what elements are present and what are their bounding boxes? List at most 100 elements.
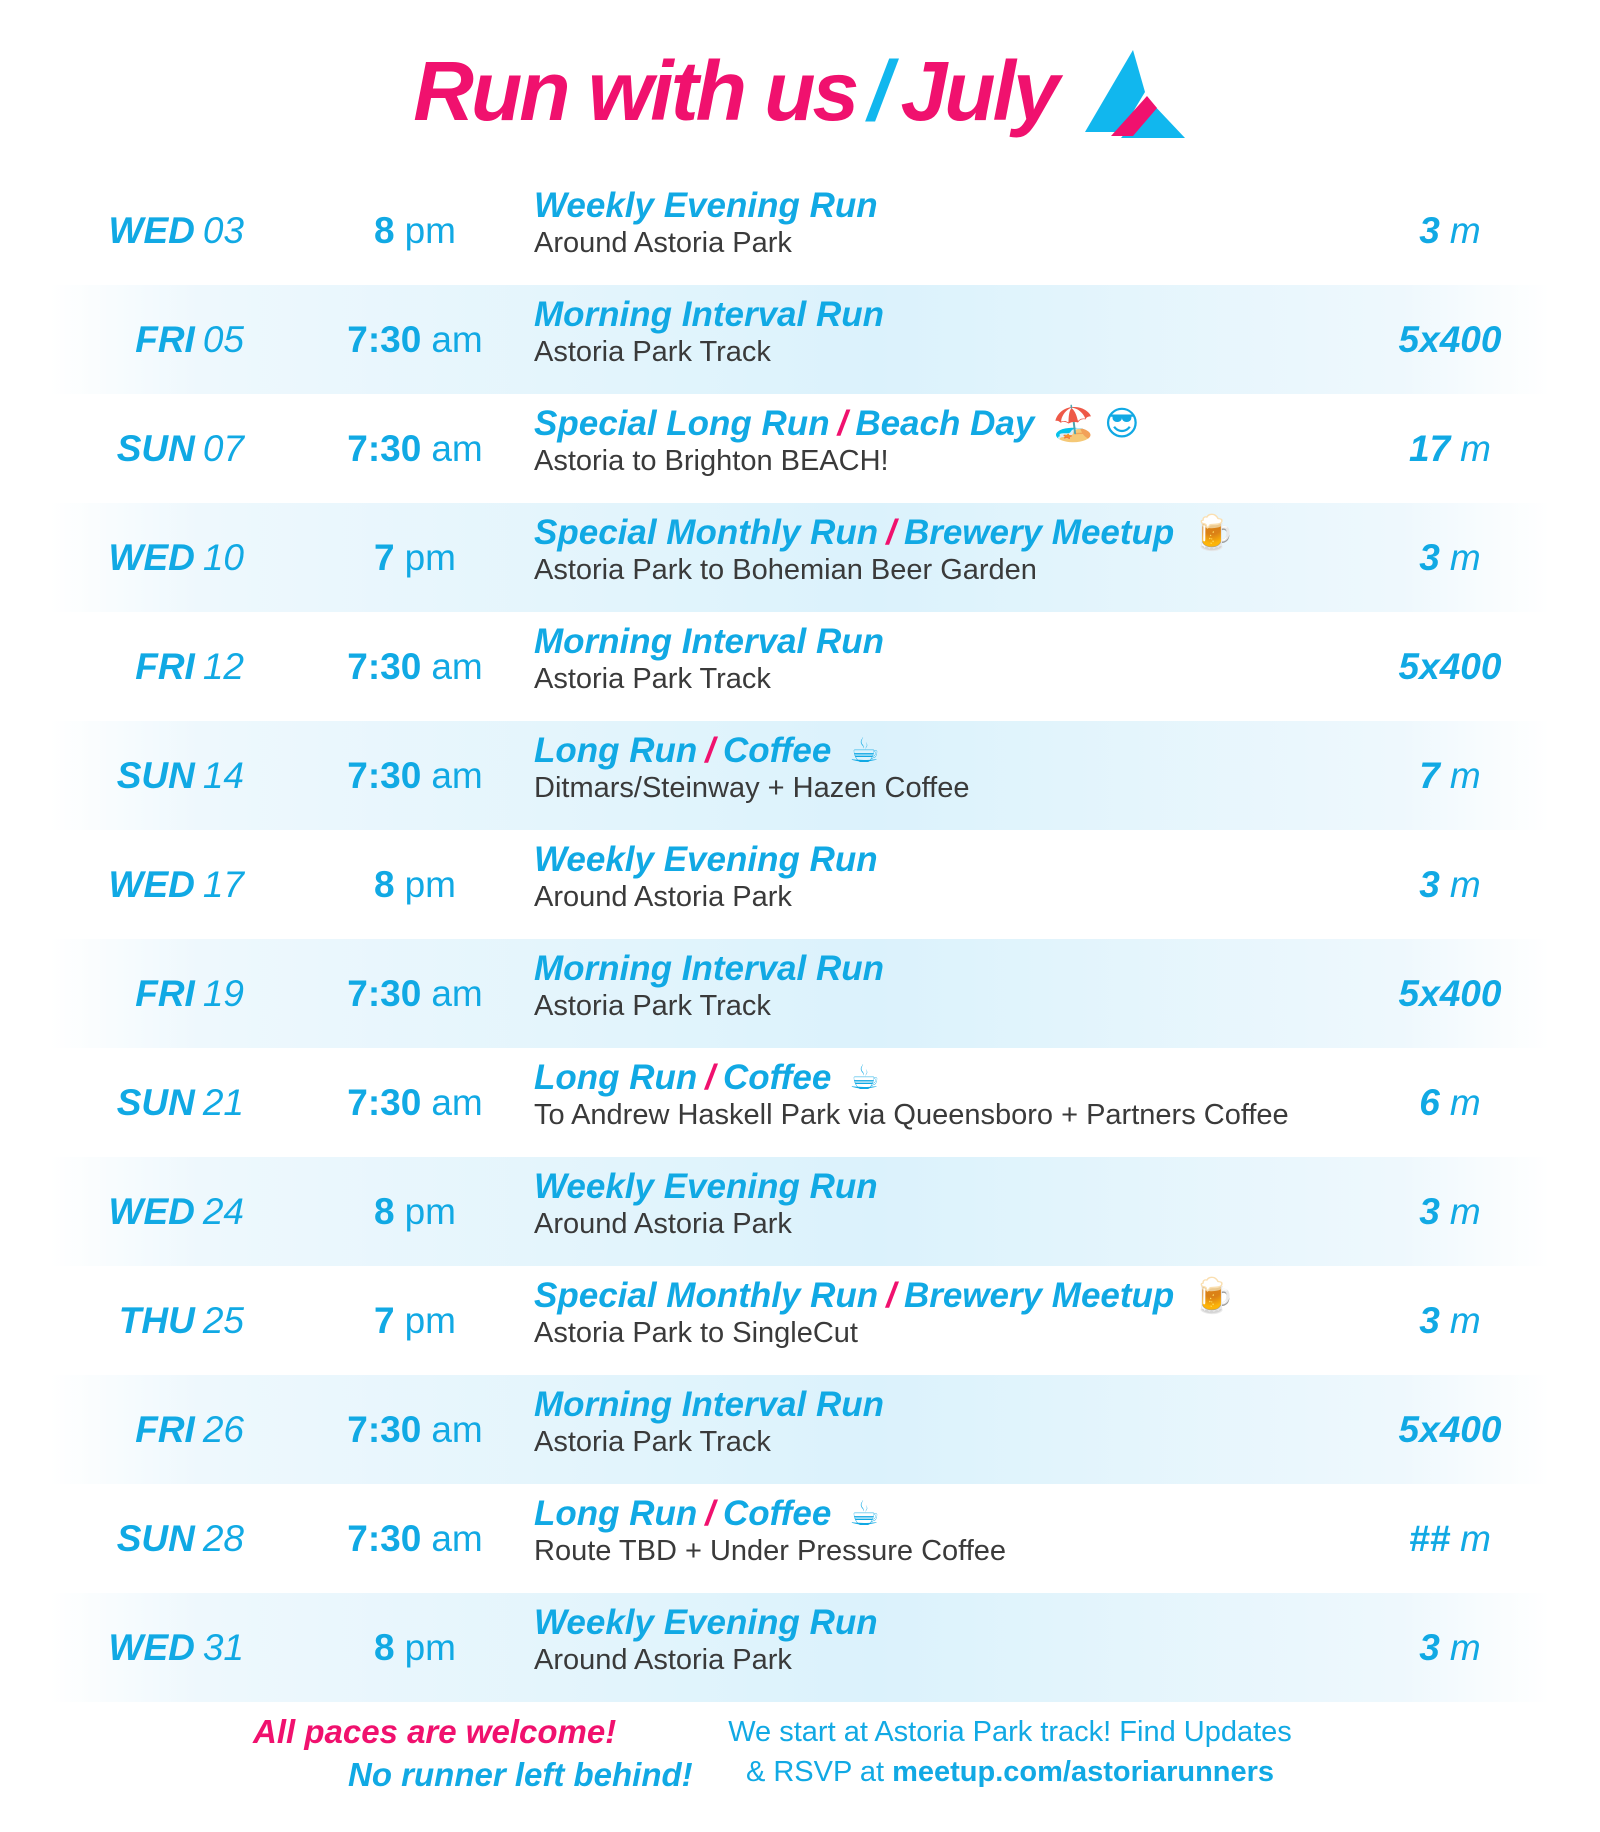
time-ampm: am [431,318,483,360]
schedule-table: WED 03 8 pm Weekly Evening Run Around Astoria… [50,176,1550,1702]
distance-value: 5x400 [1398,1408,1502,1450]
distance-value: 6 [1419,1081,1440,1123]
distance-unit: m [1449,863,1481,905]
event-title-separator: / [705,1494,716,1533]
time-cell: 7:30 am [260,394,570,503]
event-title: Weekly Evening Run [534,1167,1434,1207]
distance-value: 5x400 [1398,972,1502,1014]
distance-value: 5x400 [1398,645,1502,687]
schedule-row: SUN 28 7:30 am Long Run / Coffee ☕ Route TBD + U… [50,1484,1550,1593]
event-location: To Andrew Haskell Park via Queensboro + … [534,1099,1289,1131]
event-cell: Special Long Run / Beach Day 🏖️ 😎 Astoria to… [534,404,1434,478]
day-of-week: WED [108,1190,195,1232]
time-cell: 7:30 am [260,1375,570,1484]
event-title-separator: / [705,731,716,770]
event-emoji-icon: ☕ [849,1495,880,1533]
schedule-row: WED 10 7 pm Special Monthly Run / Brewery Meet… [50,503,1550,612]
time-value: 7:30 [347,1408,422,1450]
day-cell: WED 31 [50,1593,244,1702]
meetup-link[interactable]: meetup.com/astoriarunners [892,1756,1274,1788]
time-cell: 7 pm [260,503,570,612]
day-cell: WED 03 [50,176,244,285]
info-line-2: & RSVP at meetup.com/astoriarunners [700,1752,1320,1792]
event-cell: Weekly Evening Run Around Astoria Park [534,1167,1434,1241]
schedule-row: THU 25 7 pm Special Monthly Run / Brewery Meet… [50,1266,1550,1375]
event-title-secondary: Coffee [723,731,832,770]
time-cell: 7:30 am [260,939,570,1048]
footer-info: We start at Astoria Park track! Find Upd… [700,1712,1320,1792]
distance-value: 17 [1409,427,1451,469]
day-cell: THU 25 [50,1266,244,1375]
event-location: Ditmars/Steinway + Hazen Coffee [534,772,970,804]
event-title: Special Monthly Run / Brewery Meetup 🍺 [534,1276,1434,1316]
event-title: Weekly Evening Run [534,1603,1434,1643]
tagline-line-1: All paces are welcome! [253,1713,617,1750]
time-ampm: am [431,972,483,1014]
event-title: Long Run / Coffee ☕ [534,731,1434,771]
triangle-logo-icon [1084,50,1185,138]
distance-unit: m [1449,1081,1481,1123]
schedule-row: WED 24 8 pm Weekly Evening Run Around Astoria… [50,1157,1550,1266]
page-title: Run with us / July [413,49,1059,133]
event-title-secondary: Coffee [723,1494,832,1533]
distance-cell: ## m [1360,1484,1540,1593]
event-location: Astoria Park Track [534,990,771,1022]
event-emoji-icon: ☕ [849,1059,880,1097]
time-cell: 7:30 am [260,1484,570,1593]
time-ampm: am [431,645,483,687]
time-ampm: am [431,1408,483,1450]
event-title-secondary: Brewery Meetup [903,1276,1175,1315]
event-title-separator: / [705,1058,716,1097]
schedule-row: SUN 07 7:30 am Special Long Run / Beach Day 🏖️ … [50,394,1550,503]
distance-cell: 17 m [1360,394,1540,503]
title-month: July [900,44,1060,138]
distance-unit: m [1449,1299,1481,1341]
day-of-week: FRI [135,972,195,1014]
event-emoji-icon: 🏖️ 😎 [1052,405,1140,443]
event-cell: Weekly Evening Run Around Astoria Park [534,186,1434,260]
event-title-main: Weekly Evening Run [534,186,878,225]
event-title: Long Run / Coffee ☕ [534,1494,1434,1534]
time-value: 7:30 [347,1081,422,1123]
event-title: Morning Interval Run [534,295,1434,335]
schedule-row: WED 31 8 pm Weekly Evening Run Around Astoria… [50,1593,1550,1702]
event-cell: Special Monthly Run / Brewery Meetup 🍺 Astor… [534,1276,1434,1350]
event-location: Astoria to Brighton BEACH! [534,445,889,477]
event-location: Around Astoria Park [534,1208,792,1240]
day-cell: FRI 26 [50,1375,244,1484]
event-title: Weekly Evening Run [534,840,1434,880]
distance-value: 3 [1419,209,1440,251]
time-ampm: am [431,427,483,469]
time-value: 8 [374,209,395,251]
day-of-week: SUN [116,1517,195,1559]
distance-unit: m [1449,536,1481,578]
event-title-main: Long Run [534,1058,698,1097]
event-title-separator: / [886,1276,896,1315]
distance-value: 7 [1419,754,1440,796]
time-value: 7:30 [347,318,422,360]
event-title-main: Morning Interval Run [534,949,884,988]
distance-value: 3 [1419,536,1440,578]
distance-cell: 3m [1360,830,1540,939]
event-location: Around Astoria Park [534,1644,792,1676]
day-date: 25 [202,1299,244,1341]
schedule-row: SUN 14 7:30 am Long Run / Coffee ☕ Ditmars/Stein… [50,721,1550,830]
event-cell: Morning Interval Run Astoria Park Track [534,622,1434,696]
time-value: 7 [374,536,395,578]
event-title-secondary: Beach Day [855,404,1035,443]
day-of-week: WED [108,536,195,578]
day-of-week: WED [108,209,195,251]
schedule-row: SUN 21 7:30 am Long Run / Coffee ☕ To Andrew Has… [50,1048,1550,1157]
day-date: 28 [202,1517,244,1559]
day-date: 21 [202,1081,244,1123]
event-title-main: Weekly Evening Run [534,840,878,879]
time-cell: 8 pm [260,1593,570,1702]
event-title-main: Weekly Evening Run [534,1603,878,1642]
distance-cell: 5x400 [1360,1375,1540,1484]
event-cell: Morning Interval Run Astoria Park Track [534,949,1434,1023]
event-title-main: Special Monthly Run [534,513,879,552]
time-cell: 7:30 am [260,285,570,394]
event-location: Around Astoria Park [534,227,792,259]
schedule-row: WED 03 8 pm Weekly Evening Run Around Astoria… [50,176,1550,285]
day-date: 12 [202,645,244,687]
